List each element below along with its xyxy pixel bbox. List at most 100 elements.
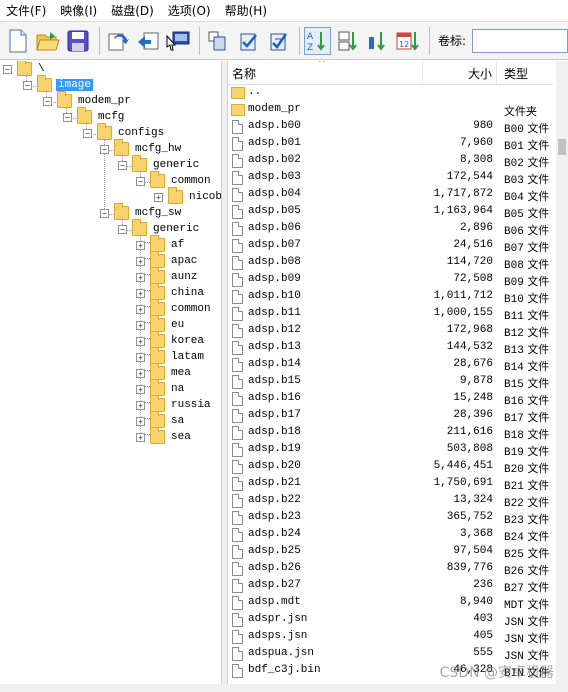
list-item[interactable]: adsp.b07 24,516 B07 文件 xyxy=(228,238,553,255)
menu-options[interactable]: 选项(O) xyxy=(166,0,217,21)
check2-icon[interactable] xyxy=(264,27,291,55)
tree-node-region[interactable]: + latam xyxy=(136,347,206,365)
expand-icon[interactable]: + xyxy=(154,192,163,202)
column-header-size[interactable]: 大小 xyxy=(468,65,492,82)
tree-node-region[interactable]: + na xyxy=(136,379,186,397)
column-divider[interactable] xyxy=(496,61,497,85)
collapse-icon[interactable]: − xyxy=(43,96,52,106)
list-item[interactable]: adsp.b17 28,396 B17 文件 xyxy=(228,408,553,425)
collapse-icon[interactable]: − xyxy=(100,208,109,218)
list-item[interactable]: adsp.b27 236 B27 文件 xyxy=(228,578,553,595)
list-item[interactable]: adsp.b06 2,896 B06 文件 xyxy=(228,221,553,238)
tree-node-mcfg[interactable]: − mcfg xyxy=(63,107,126,125)
tree-node-region[interactable]: + sa xyxy=(136,411,186,429)
list-item[interactable]: adsp.b13 144,532 B13 文件 xyxy=(228,340,553,357)
list-item[interactable]: adsp.b25 97,504 B25 文件 xyxy=(228,544,553,561)
column-divider[interactable] xyxy=(422,61,423,85)
open-icon[interactable] xyxy=(34,27,61,55)
expand-icon[interactable]: + xyxy=(136,384,145,394)
tree-node-region[interactable]: + sea xyxy=(136,427,193,445)
menu-disk[interactable]: 磁盘(D) xyxy=(109,0,160,21)
sort-size-icon[interactable] xyxy=(364,27,391,55)
tree-node-region[interactable]: + eu xyxy=(136,315,186,333)
list-item[interactable]: adsp.b11 1,000,155 B11 文件 xyxy=(228,306,553,323)
file-list[interactable]: ^ 名称 大小 类型 .. modem_pr 文件夹 adsp.b00 980 B00… xyxy=(228,61,568,692)
collapse-icon[interactable]: − xyxy=(23,80,32,90)
column-header-type[interactable]: 类型 xyxy=(504,65,528,82)
folder-tree[interactable]: − \ − image − modem_pr − mcfg − configs … xyxy=(0,61,222,692)
list-item[interactable]: adsp.b12 172,968 B12 文件 xyxy=(228,323,553,340)
properties-icon[interactable] xyxy=(204,27,231,55)
expand-icon[interactable]: + xyxy=(136,336,145,346)
tree-node-nicob[interactable]: + nicob xyxy=(154,187,221,205)
tree-node-mcfg-sw[interactable]: − mcfg_sw xyxy=(100,203,183,221)
vertical-scrollbar[interactable] xyxy=(556,61,568,692)
list-item[interactable]: .. xyxy=(228,85,553,102)
list-item[interactable]: adsp.b18 211,616 B18 文件 xyxy=(228,425,553,442)
tree-node-region[interactable]: + aunz xyxy=(136,267,199,285)
expand-icon[interactable]: + xyxy=(136,272,145,282)
list-item[interactable]: adsp.b16 15,248 B16 文件 xyxy=(228,391,553,408)
list-item[interactable]: adspr.jsn 403 JSN 文件 xyxy=(228,612,553,629)
sort-name-icon[interactable]: AZ xyxy=(303,26,332,55)
list-item[interactable]: adsp.b19 503,808 B19 文件 xyxy=(228,442,553,459)
sort-date-icon[interactable]: 12 xyxy=(395,27,422,55)
collapse-icon[interactable]: − xyxy=(118,224,127,234)
list-item[interactable]: adsps.jsn 405 JSN 文件 xyxy=(228,629,553,646)
sort-ext-icon[interactable] xyxy=(334,27,361,55)
refresh-icon[interactable] xyxy=(104,27,131,55)
scrollbar-thumb[interactable] xyxy=(558,139,566,155)
tree-node-region[interactable]: + apac xyxy=(136,251,199,269)
collapse-icon[interactable]: − xyxy=(3,64,12,74)
collapse-icon[interactable]: − xyxy=(100,144,109,154)
column-header-name[interactable]: 名称 xyxy=(232,65,256,82)
list-item[interactable]: adsp.b05 1,163,964 B05 文件 xyxy=(228,204,553,221)
expand-icon[interactable]: + xyxy=(136,352,145,362)
expand-icon[interactable]: + xyxy=(136,240,145,250)
list-item[interactable]: adsp.b14 28,676 B14 文件 xyxy=(228,357,553,374)
tree-node-region[interactable]: + af xyxy=(136,235,186,253)
menu-image[interactable]: 映像(I) xyxy=(58,0,103,21)
tree-node-region[interactable]: + china xyxy=(136,283,206,301)
list-item[interactable]: adsp.mdt 8,940 MDT 文件 xyxy=(228,595,553,612)
expand-icon[interactable]: + xyxy=(136,320,145,330)
collapse-icon[interactable]: − xyxy=(118,160,127,170)
list-item[interactable]: adsp.b20 5,446,451 B20 文件 xyxy=(228,459,553,476)
boot-icon[interactable] xyxy=(165,27,192,55)
list-item[interactable]: adsp.b00 980 B00 文件 xyxy=(228,119,553,136)
list-item[interactable]: adsp.b22 13,324 B22 文件 xyxy=(228,493,553,510)
volume-input[interactable] xyxy=(472,28,568,53)
list-item[interactable]: adsp.b09 72,508 B09 文件 xyxy=(228,272,553,289)
tree-node-region[interactable]: + mea xyxy=(136,363,193,381)
collapse-icon[interactable]: − xyxy=(63,112,72,122)
tree-node-region[interactable]: + russia xyxy=(136,395,213,413)
expand-icon[interactable]: + xyxy=(136,368,145,378)
expand-icon[interactable]: + xyxy=(136,416,145,426)
list-item[interactable]: adsp.b24 3,368 B24 文件 xyxy=(228,527,553,544)
save-icon[interactable] xyxy=(65,27,92,55)
list-item[interactable]: modem_pr 文件夹 xyxy=(228,102,553,119)
expand-icon[interactable]: + xyxy=(136,304,145,314)
extract-icon[interactable] xyxy=(134,27,161,55)
menu-help[interactable]: 帮助(H) xyxy=(223,0,273,21)
list-item[interactable]: adsp.b21 1,750,691 B21 文件 xyxy=(228,476,553,493)
expand-icon[interactable]: + xyxy=(136,256,145,266)
list-item[interactable]: adsp.b01 7,960 B01 文件 xyxy=(228,136,553,153)
list-item[interactable]: adsp.b03 172,544 B03 文件 xyxy=(228,170,553,187)
tree-node-mcfg-hw[interactable]: − mcfg_hw xyxy=(100,139,183,157)
tree-node-region[interactable]: + korea xyxy=(136,331,206,349)
tree-node-generic-sw[interactable]: − generic xyxy=(118,219,201,237)
expand-icon[interactable]: + xyxy=(136,288,145,298)
horizontal-scrollbar[interactable] xyxy=(0,684,568,692)
collapse-icon[interactable]: − xyxy=(136,176,145,186)
tree-node-region[interactable]: + common xyxy=(136,299,213,317)
collapse-icon[interactable]: − xyxy=(83,128,92,138)
list-item[interactable]: adsp.b23 365,752 B23 文件 xyxy=(228,510,553,527)
tree-node-modem-pr[interactable]: − modem_pr xyxy=(43,91,133,109)
new-icon[interactable] xyxy=(4,27,31,55)
list-item[interactable]: adsp.b02 8,308 B02 文件 xyxy=(228,153,553,170)
tree-node-configs[interactable]: − configs xyxy=(83,123,166,141)
list-item[interactable]: adsp.b26 839,776 B26 文件 xyxy=(228,561,553,578)
list-item[interactable]: adsp.b04 1,717,872 B04 文件 xyxy=(228,187,553,204)
list-item[interactable]: adsp.b10 1,011,712 B10 文件 xyxy=(228,289,553,306)
